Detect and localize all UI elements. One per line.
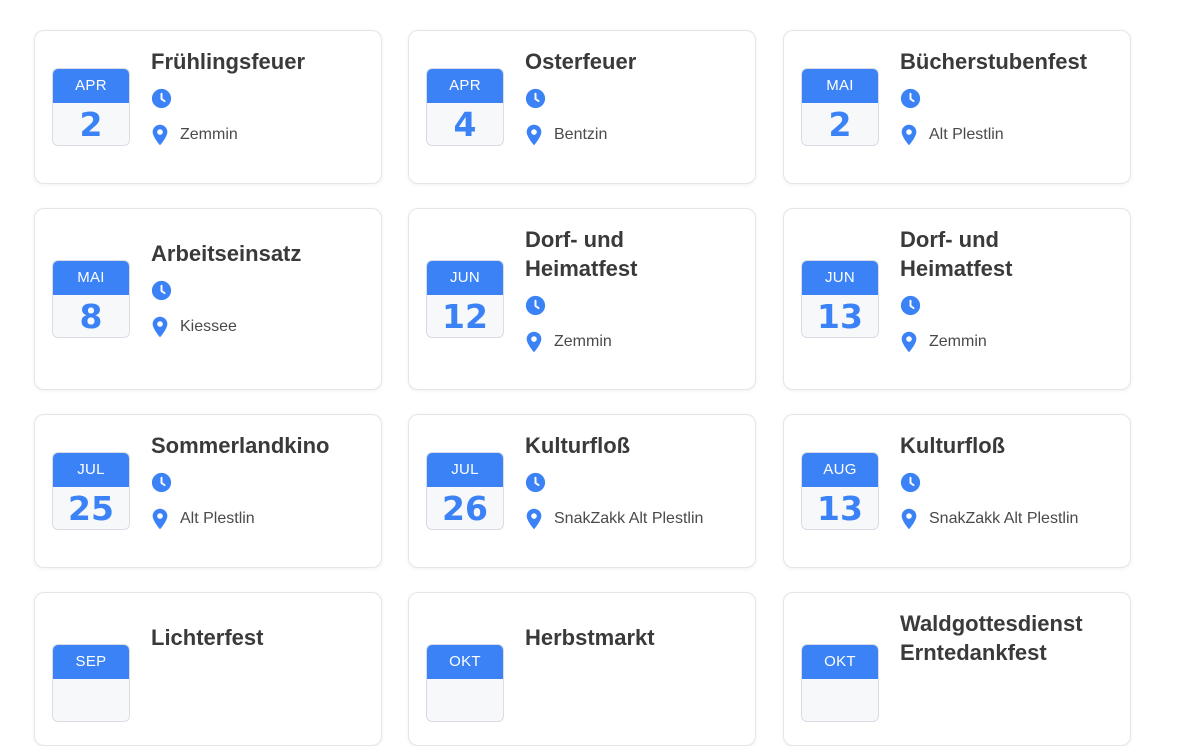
event-day: 13 xyxy=(817,489,863,528)
map-pin-icon xyxy=(151,316,169,338)
event-card[interactable]: JUL 25 Sommerlandkino Alt Plestlin xyxy=(34,414,382,568)
map-pin-icon xyxy=(525,508,543,530)
event-title[interactable]: Kulturfloß xyxy=(900,431,1116,460)
event-month: JUL xyxy=(53,453,129,487)
event-month: APR xyxy=(427,69,503,103)
clock-icon xyxy=(900,472,921,493)
map-pin-icon xyxy=(900,508,918,530)
date-badge: AUG 13 xyxy=(801,452,879,530)
event-card[interactable]: OKT Waldgottesdienst Erntedankfest xyxy=(783,592,1131,746)
event-day: 2 xyxy=(79,105,103,144)
event-title[interactable]: Herbstmarkt xyxy=(525,623,741,652)
event-card[interactable]: JUN 12 Dorf- und Heimatfest Zemmin xyxy=(408,208,756,390)
event-month: OKT xyxy=(802,645,878,679)
map-pin-icon xyxy=(525,331,543,353)
event-card[interactable]: MAI 2 Bücherstubenfest Alt Plestlin xyxy=(783,30,1131,184)
clock-icon xyxy=(525,472,546,493)
event-day: 26 xyxy=(442,489,488,528)
event-month: JUN xyxy=(802,261,878,295)
clock-icon xyxy=(900,88,921,109)
date-badge: APR 4 xyxy=(426,68,504,146)
date-badge: MAI 8 xyxy=(52,260,130,338)
event-title[interactable]: Sommerlandkino xyxy=(151,431,367,460)
clock-icon xyxy=(151,280,172,301)
event-month: APR xyxy=(53,69,129,103)
map-pin-icon xyxy=(900,124,918,146)
clock-icon xyxy=(900,295,921,316)
event-location: Zemmin xyxy=(554,333,612,350)
date-badge: APR 2 xyxy=(52,68,130,146)
date-badge: JUN 13 xyxy=(801,260,879,338)
event-location: Kiessee xyxy=(180,318,237,335)
event-title[interactable]: Waldgottesdienst Erntedankfest xyxy=(900,609,1110,667)
event-day: 2 xyxy=(828,105,852,144)
date-badge: JUL 26 xyxy=(426,452,504,530)
event-title[interactable]: Osterfeuer xyxy=(525,47,741,76)
date-badge: SEP xyxy=(52,644,130,722)
clock-icon xyxy=(151,88,172,109)
map-pin-icon xyxy=(151,124,169,146)
event-card[interactable]: JUN 13 Dorf- und Heimatfest Zemmin xyxy=(783,208,1131,390)
event-month: JUL xyxy=(427,453,503,487)
event-title[interactable]: Lichterfest xyxy=(151,623,367,652)
event-card[interactable]: APR 4 Osterfeuer Bentzin xyxy=(408,30,756,184)
event-location: Zemmin xyxy=(180,126,238,143)
date-badge: JUN 12 xyxy=(426,260,504,338)
event-day: 12 xyxy=(442,297,488,336)
clock-icon xyxy=(525,295,546,316)
event-location: SnakZakk Alt Plestlin xyxy=(929,510,1079,527)
event-day: 13 xyxy=(817,297,863,336)
event-location: Alt Plestlin xyxy=(929,126,1004,143)
event-title[interactable]: Bücherstubenfest xyxy=(900,47,1116,76)
event-month: JUN xyxy=(427,261,503,295)
event-title[interactable]: Dorf- und Heimatfest xyxy=(900,225,1060,283)
event-location: Zemmin xyxy=(929,333,987,350)
event-month: MAI xyxy=(53,261,129,295)
event-title[interactable]: Kulturfloß xyxy=(525,431,741,460)
event-day: 4 xyxy=(453,105,477,144)
map-pin-icon xyxy=(151,508,169,530)
date-badge: JUL 25 xyxy=(52,452,130,530)
map-pin-icon xyxy=(525,124,543,146)
date-badge: OKT xyxy=(801,644,879,722)
date-badge: MAI 2 xyxy=(801,68,879,146)
event-month: SEP xyxy=(53,645,129,679)
event-day: 8 xyxy=(79,297,103,336)
event-card[interactable]: OKT Herbstmarkt xyxy=(408,592,756,746)
map-pin-icon xyxy=(900,331,918,353)
event-day: 25 xyxy=(68,489,114,528)
event-location: Bentzin xyxy=(554,126,608,143)
clock-icon xyxy=(525,88,546,109)
event-card[interactable]: AUG 13 Kulturfloß SnakZakk Alt Plestlin xyxy=(783,414,1131,568)
event-card[interactable]: SEP Lichterfest xyxy=(34,592,382,746)
event-month: AUG xyxy=(802,453,878,487)
event-title[interactable]: Dorf- und Heimatfest xyxy=(525,225,685,283)
event-month: OKT xyxy=(427,645,503,679)
event-card[interactable]: MAI 8 Arbeitseinsatz Kiessee xyxy=(34,208,382,390)
clock-icon xyxy=(151,472,172,493)
event-title[interactable]: Arbeitseinsatz xyxy=(151,239,367,268)
event-location: Alt Plestlin xyxy=(180,510,255,527)
date-badge: OKT xyxy=(426,644,504,722)
event-month: MAI xyxy=(802,69,878,103)
event-card[interactable]: APR 2 Frühlingsfeuer Zemmin xyxy=(34,30,382,184)
event-location: SnakZakk Alt Plestlin xyxy=(554,510,704,527)
event-card[interactable]: JUL 26 Kulturfloß SnakZakk Alt Plestlin xyxy=(408,414,756,568)
event-title[interactable]: Frühlingsfeuer xyxy=(151,47,367,76)
